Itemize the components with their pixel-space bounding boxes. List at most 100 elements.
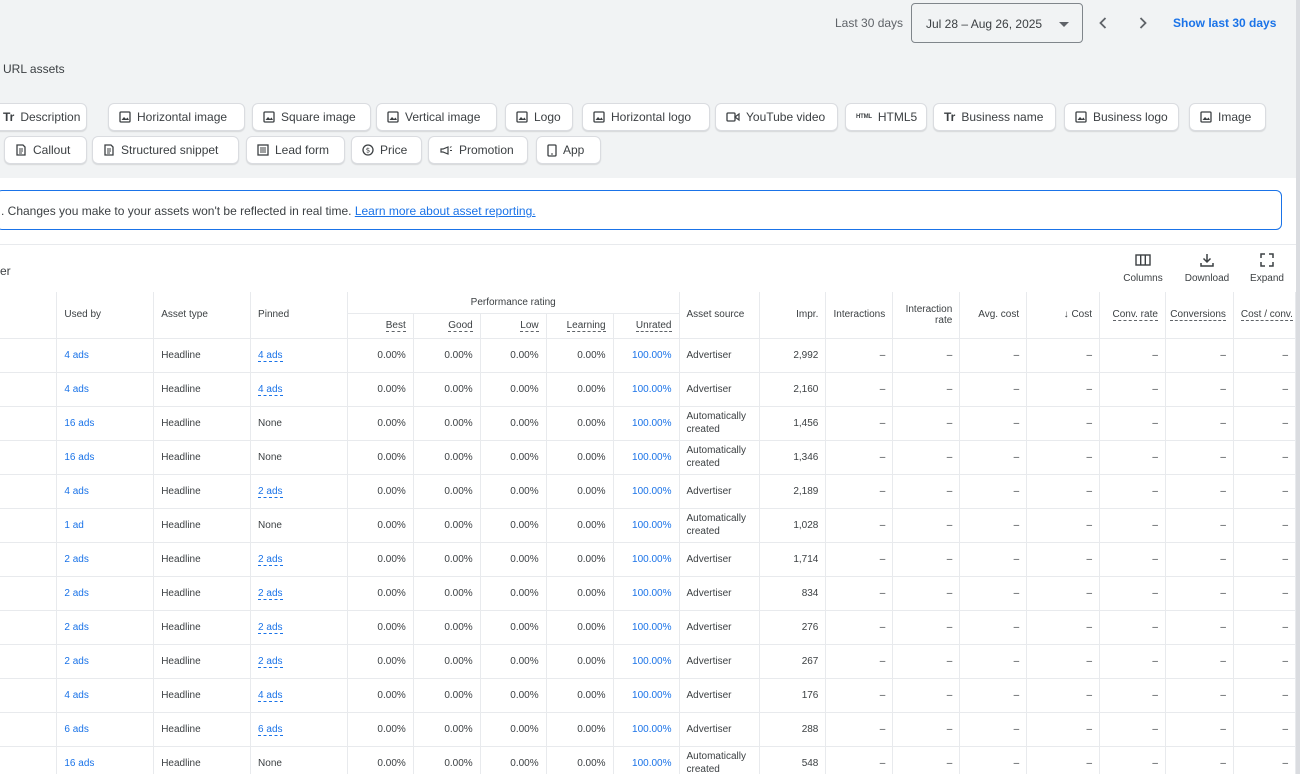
table-row[interactable]: 4 ads Headline 2 ads 0.00% 0.00% 0.00% 0.00% 10… (0, 474, 1297, 509)
previous-period-button[interactable] (1093, 13, 1113, 33)
col-header-pinned[interactable]: Pinned (250, 292, 348, 339)
unrated-link[interactable]: 100.00% (613, 712, 680, 747)
used-by-link[interactable]: 4 ads (56, 678, 155, 713)
chip-promotion[interactable]: Promotion (428, 136, 528, 164)
chip-app[interactable]: App (536, 136, 601, 164)
date-range-picker[interactable]: Jul 28 – Aug 26, 2025 (911, 3, 1083, 43)
pinned-link[interactable]: 2 ads (258, 485, 283, 498)
unrated-link[interactable]: 100.00% (613, 576, 680, 611)
pinned-link[interactable]: 2 ads (258, 587, 283, 600)
used-by-link[interactable]: 2 ads (56, 610, 155, 645)
table-row[interactable]: 16 ads Headline None 0.00% 0.00% 0.00% 0.00% 10… (0, 406, 1297, 441)
col-header-asset-type[interactable]: Asset type (153, 292, 252, 339)
col-header-conv-rate[interactable]: Conv. rate (1099, 292, 1166, 339)
col-header-low-label: Low (520, 320, 539, 332)
col-header-low[interactable]: Low (480, 313, 547, 339)
used-by-link[interactable]: 16 ads (56, 440, 155, 475)
unrated-link[interactable]: 100.00% (613, 474, 680, 509)
col-header-asset-source[interactable]: Asset source (679, 292, 761, 339)
used-by-link[interactable]: 4 ads (56, 372, 155, 407)
chip-logo[interactable]: Logo (505, 103, 573, 131)
unrated-link[interactable]: 100.00% (613, 440, 680, 475)
used-by-link[interactable]: 16 ads (56, 406, 155, 441)
table-row[interactable]: 4 ads Headline 4 ads 0.00% 0.00% 0.00% 0.00% 10… (0, 338, 1297, 373)
asset-cell (0, 678, 58, 713)
unrated-link[interactable]: 100.00% (613, 372, 680, 407)
used-by-link[interactable]: 16 ads (56, 746, 155, 774)
unrated-link[interactable]: 100.00% (613, 508, 680, 543)
used-by-link[interactable]: 4 ads (56, 474, 155, 509)
unrated-link[interactable]: 100.00% (613, 542, 680, 577)
unrated-link[interactable]: 100.00% (613, 610, 680, 645)
used-by-link[interactable]: 2 ads (56, 542, 155, 577)
col-header-unrated[interactable]: Unrated (613, 313, 680, 339)
chip-square-image[interactable]: Square image (252, 103, 371, 131)
col-header-cost[interactable]: ↓ Cost (1026, 292, 1101, 339)
learn-more-link[interactable]: Learn more about asset reporting. (355, 204, 536, 218)
unrated-link[interactable]: 100.00% (613, 644, 680, 679)
impr-cell: 288 (759, 712, 827, 747)
unrated-link[interactable]: 100.00% (613, 406, 680, 441)
download-button[interactable]: Download (1182, 253, 1232, 284)
next-period-button[interactable] (1133, 13, 1153, 33)
col-header-cost-conv[interactable]: Cost / conv. (1233, 292, 1297, 339)
col-header-interactions[interactable]: Interactions (825, 292, 894, 339)
col-header-impr[interactable]: Impr. (759, 292, 827, 339)
pinned-link[interactable]: 6 ads (258, 723, 283, 736)
table-row[interactable]: 4 ads Headline 4 ads 0.00% 0.00% 0.00% 0.00% 10… (0, 372, 1297, 407)
used-by-link[interactable]: 2 ads (56, 576, 155, 611)
interaction-rate-cell: – (892, 338, 961, 373)
chip-horizontal-image[interactable]: Horizontal image (108, 103, 245, 131)
filter-label[interactable]: er (0, 264, 11, 278)
pinned-link[interactable]: 4 ads (258, 383, 283, 396)
used-by-link[interactable]: 4 ads (56, 338, 155, 373)
pinned-link[interactable]: 2 ads (258, 553, 283, 566)
chip-vertical-image[interactable]: Vertical image (376, 103, 497, 131)
pinned-link[interactable]: 4 ads (258, 689, 283, 702)
chip-youtube-video[interactable]: YouTube video (715, 103, 838, 131)
show-last-30-days-link[interactable]: Show last 30 days (1173, 16, 1276, 30)
table-row[interactable]: 1 ad Headline None 0.00% 0.00% 0.00% 0.00% 100.… (0, 508, 1297, 543)
scrollbar[interactable] (1296, 0, 1300, 774)
chip-image[interactable]: Image (1189, 103, 1266, 131)
table-row[interactable]: 16 ads Headline None 0.00% 0.00% 0.00% 0.00% 10… (0, 440, 1297, 475)
col-header-conversions[interactable]: Conversions (1165, 292, 1234, 339)
chip-price[interactable]: $ Price (351, 136, 422, 164)
columns-button[interactable]: Columns (1122, 253, 1164, 284)
chip-callout[interactable]: Callout (4, 136, 87, 164)
expand-button[interactable]: Expand (1246, 253, 1288, 284)
table-row[interactable]: 2 ads Headline 2 ads 0.00% 0.00% 0.00% 0.00% 10… (0, 542, 1297, 577)
unrated-link[interactable]: 100.00% (613, 338, 680, 373)
col-header-good[interactable]: Good (413, 313, 481, 339)
col-header-learning[interactable]: Learning (546, 313, 614, 339)
col-header-best[interactable]: Best (347, 313, 414, 339)
col-header-interaction-rate[interactable]: Interaction rate (892, 292, 961, 339)
chip-lead-form[interactable]: Lead form (246, 136, 345, 164)
table-row[interactable]: 2 ads Headline 2 ads 0.00% 0.00% 0.00% 0.00% 10… (0, 644, 1297, 679)
used-by-link[interactable]: 1 ad (56, 508, 155, 543)
callout-icon (103, 144, 115, 156)
pinned-link[interactable]: 2 ads (258, 621, 283, 634)
table-row[interactable]: 4 ads Headline 4 ads 0.00% 0.00% 0.00% 0.00% 10… (0, 678, 1297, 713)
chip-horizontal-logo[interactable]: Horizontal logo (582, 103, 710, 131)
info-banner: . Changes you make to your assets won't … (0, 190, 1282, 230)
col-header-avg-cost[interactable]: Avg. cost (959, 292, 1028, 339)
low-cell: 0.00% (480, 576, 547, 611)
col-header-used-by[interactable]: Used by (56, 292, 155, 339)
unrated-link[interactable]: 100.00% (613, 746, 680, 774)
chip-description[interactable]: Tr Description (0, 103, 87, 131)
used-by-link[interactable]: 2 ads (56, 644, 155, 679)
low-cell: 0.00% (480, 406, 547, 441)
table-row[interactable]: 2 ads Headline 2 ads 0.00% 0.00% 0.00% 0.00% 10… (0, 610, 1297, 645)
used-by-link[interactable]: 6 ads (56, 712, 155, 747)
table-row[interactable]: 16 ads Headline None 0.00% 0.00% 0.00% 0.00% 10… (0, 746, 1297, 774)
pinned-link[interactable]: 2 ads (258, 655, 283, 668)
chip-html5[interactable]: HTML HTML5 (845, 103, 927, 131)
chip-structured-snippet[interactable]: Structured snippet (92, 136, 239, 164)
chip-business-logo[interactable]: Business logo (1064, 103, 1179, 131)
unrated-link[interactable]: 100.00% (613, 678, 680, 713)
table-row[interactable]: 6 ads Headline 6 ads 0.00% 0.00% 0.00% 0.00% 10… (0, 712, 1297, 747)
table-row[interactable]: 2 ads Headline 2 ads 0.00% 0.00% 0.00% 0.00% 10… (0, 576, 1297, 611)
chip-business-name[interactable]: Tr Business name (933, 103, 1056, 131)
pinned-link[interactable]: 4 ads (258, 349, 283, 362)
